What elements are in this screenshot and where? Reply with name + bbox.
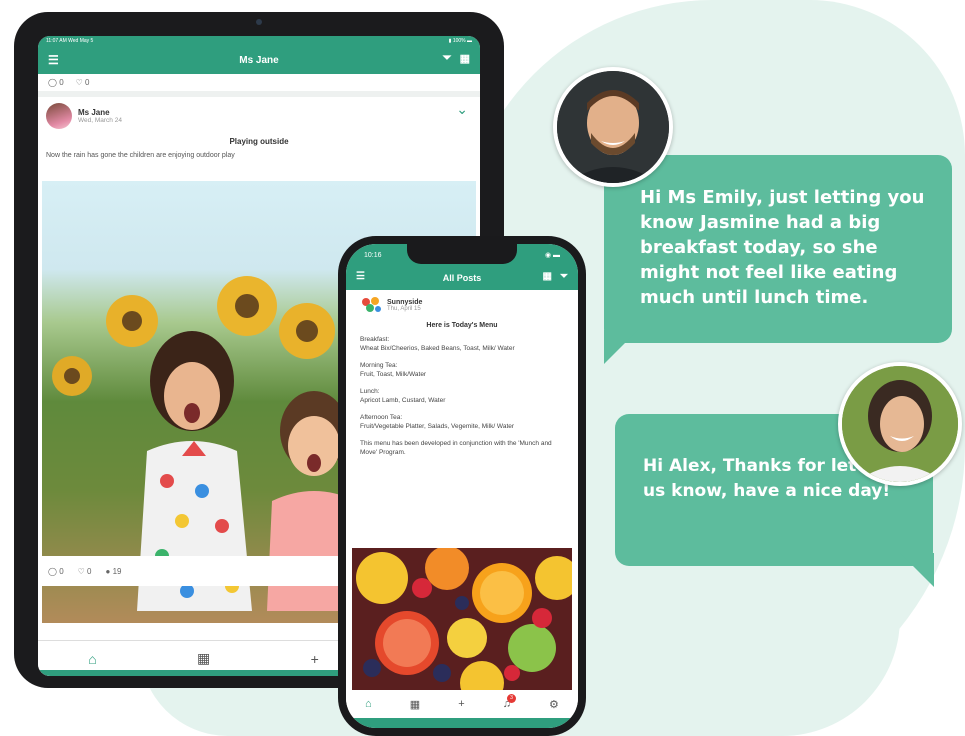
view-count: ● 19: [105, 566, 122, 576]
chevron-down-icon[interactable]: ⌄: [456, 101, 468, 118]
comment-count-value: 0: [59, 78, 64, 87]
comment-count-value: 0: [59, 566, 64, 576]
notification-badge: 3: [506, 694, 516, 703]
like-count[interactable]: ♡ 0: [76, 78, 90, 87]
home-indicator: [346, 718, 578, 728]
like-count[interactable]: ♡ 0: [78, 567, 92, 576]
menu-line: Morning Tea:: [360, 362, 398, 369]
nav-bar: ☰ Ms Jane ⏷ ▦: [38, 46, 480, 74]
phone-device: 10:16 ◉ ▬ ☰ All Posts ▦ ⏷ Sunnyside Thu,…: [338, 236, 586, 736]
nav-actions: ▦ ⏷: [543, 271, 568, 282]
calendar-icon[interactable]: ▦: [543, 271, 552, 282]
post-card: Ms Jane Wed, March 24 ⌄ Playing outside …: [38, 97, 480, 165]
bell-icon[interactable]: ♫ 3: [503, 694, 516, 710]
like-count-value: 0: [85, 78, 90, 87]
post-card: Sunnyside Thu, April 15 Here is Today's …: [346, 290, 578, 463]
view-count-value: 19: [112, 566, 122, 576]
menu-line: Wheat Bix/Cheerios, Baked Beans, Toast, …: [360, 345, 515, 352]
phone-notch: [407, 244, 517, 264]
home-icon[interactable]: ⌂: [88, 651, 96, 667]
fruit-photo: [352, 548, 572, 694]
fruit-image: [352, 548, 572, 694]
battery-indicator: ▮ 100% ▬: [448, 38, 472, 44]
post-author: Sunnyside: [387, 298, 423, 306]
chat-bubble-parent: Hi Ms Emily, just letting you know Jasmi…: [604, 155, 952, 343]
post-body: Now the rain has gone the children are e…: [46, 152, 235, 159]
menu-icon[interactable]: ☰: [356, 271, 365, 282]
phone-screen: 10:16 ◉ ▬ ☰ All Posts ▦ ⏷ Sunnyside Thu,…: [346, 244, 578, 728]
camera-icon: [256, 19, 262, 25]
post-body: Breakfast: Wheat Bix/Cheerios, Baked Bea…: [360, 335, 564, 457]
menu-line: Lunch:: [360, 388, 380, 395]
post-date: Wed, March 24: [78, 117, 122, 124]
status-time: 10:16: [364, 251, 382, 259]
nav-bar: ☰ All Posts ▦ ⏷: [346, 266, 578, 290]
calendar-icon[interactable]: ▦: [410, 698, 420, 711]
menu-line: Fruit/Vegetable Platter, Salads, Vegemit…: [360, 423, 515, 430]
plus-icon[interactable]: +: [458, 698, 464, 710]
comment-count[interactable]: ◯ 0: [48, 78, 64, 87]
munch-move-logo: [360, 296, 382, 314]
calendar-icon[interactable]: ▦: [197, 650, 210, 667]
bubble-tail: [604, 330, 638, 364]
post-date: Thu, April 15: [387, 305, 421, 312]
calendar-icon[interactable]: ▦: [460, 52, 470, 65]
status-time: 11:07 AM Wed May 5: [46, 38, 94, 44]
page-title: All Posts: [442, 273, 482, 283]
post-header: Ms Jane Wed, March 24: [46, 103, 472, 129]
filter-icon[interactable]: ⏷: [560, 271, 568, 282]
avatar: [838, 362, 962, 486]
menu-line: This menu has been developed in conjunct…: [360, 440, 552, 456]
post-header: Sunnyside Thu, April 15: [360, 296, 564, 314]
filter-icon[interactable]: ⏷: [443, 52, 452, 65]
previous-post-counts: ◯ 0 ♡ 0: [38, 74, 480, 97]
plus-icon[interactable]: +: [311, 651, 319, 667]
menu-line: Afternoon Tea:: [360, 414, 403, 421]
like-count-value: 0: [87, 566, 92, 576]
post-title: Playing outside: [229, 137, 289, 146]
avatar: [553, 67, 673, 187]
avatar: [46, 103, 72, 129]
chat-message: Hi Ms Emily, just letting you know Jasmi…: [640, 187, 925, 308]
post-author: Ms Jane: [78, 108, 110, 117]
page-title: Ms Jane: [239, 54, 279, 66]
bubble-tail: [900, 553, 934, 587]
tab-bar: ⌂ ▦ + ♫ 3 ⚙: [346, 690, 578, 718]
status-bar: 11:07 AM Wed May 5 ▮ 100% ▬: [38, 36, 480, 46]
home-icon[interactable]: ⌂: [365, 698, 372, 710]
comment-count[interactable]: ◯ 0: [48, 567, 64, 576]
menu-icon[interactable]: ☰: [48, 53, 59, 67]
menu-line: Fruit, Toast, Milk/Water: [360, 371, 427, 378]
gear-icon[interactable]: ⚙: [549, 698, 559, 711]
post-title: Here is Today's Menu: [426, 322, 498, 329]
signal-icon: ◉ ▬: [544, 252, 560, 259]
nav-actions: ⏷ ▦: [443, 52, 470, 65]
menu-line: Breakfast:: [360, 336, 390, 343]
menu-line: Apricot Lamb, Custard, Water: [360, 397, 446, 404]
